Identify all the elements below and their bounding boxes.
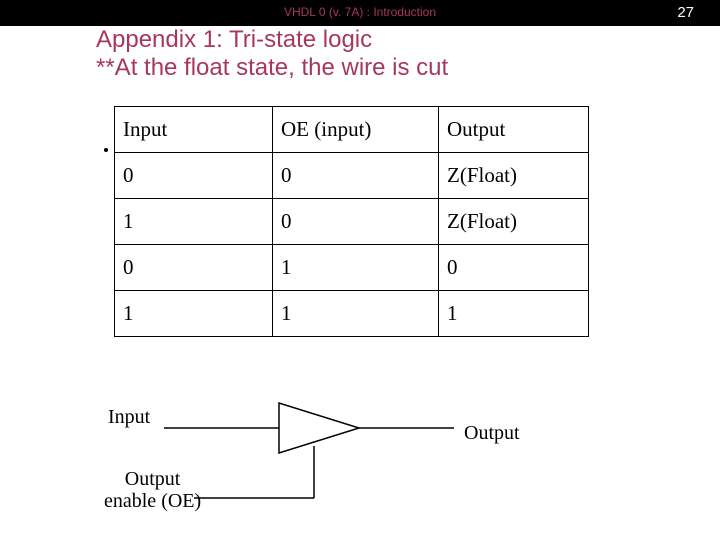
cell: 0 — [273, 153, 439, 199]
tristate-diagram: Input Output Output enable (OE) — [94, 398, 614, 528]
table-header-row: Input OE (input) Output — [115, 107, 589, 153]
cell: 1 — [273, 291, 439, 337]
slide-title-line2: **At the float state, the wire is cut — [96, 54, 448, 81]
table-row: 1 1 1 — [115, 291, 589, 337]
cell: 0 — [273, 199, 439, 245]
table-row: 0 1 0 — [115, 245, 589, 291]
table-row: 1 0 Z(Float) — [115, 199, 589, 245]
cell: Z(Float) — [439, 153, 589, 199]
oe-line1: Output — [125, 468, 181, 490]
table-row: 0 0 Z(Float) — [115, 153, 589, 199]
page-number: 27 — [677, 4, 694, 21]
slide-title: Appendix 1: Tri-state logic **At the flo… — [96, 26, 448, 81]
diagram-input-label: Input — [108, 406, 150, 429]
cell: Z(Float) — [439, 199, 589, 245]
cell: 1 — [115, 291, 273, 337]
cell: 0 — [439, 245, 589, 291]
diagram-oe-label: Output enable (OE) — [104, 468, 201, 512]
th-input: Input — [115, 107, 273, 153]
cell: 0 — [115, 153, 273, 199]
slide-title-line1: Appendix 1: Tri-state logic — [96, 26, 372, 53]
th-oe: OE (input) — [273, 107, 439, 153]
oe-line2: enable (OE) — [104, 490, 201, 512]
diagram-output-label: Output — [464, 422, 520, 445]
th-output: Output — [439, 107, 589, 153]
header-title: VHDL 0 (v. 7A) : Introduction — [284, 5, 436, 19]
truth-table: Input OE (input) Output 0 0 Z(Float) 1 0… — [114, 106, 589, 337]
cell: 1 — [439, 291, 589, 337]
bullet-dot — [104, 148, 108, 152]
cell: 1 — [115, 199, 273, 245]
cell: 0 — [115, 245, 273, 291]
cell: 1 — [273, 245, 439, 291]
